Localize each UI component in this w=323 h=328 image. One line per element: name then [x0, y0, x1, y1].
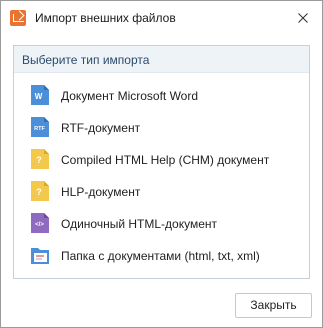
import-item-rtf[interactable]: RTF RTF-документ [30, 116, 300, 140]
documents-folder-icon [31, 248, 49, 264]
import-item-label: RTF-документ [61, 121, 141, 135]
dialog-title: Импорт внешних файлов [35, 11, 176, 25]
import-item-hlp[interactable]: ? HLP-документ [30, 180, 300, 204]
chm-help-icon: ? [31, 149, 49, 169]
import-item-label: Документ Microsoft Word [61, 89, 199, 103]
svg-text:?: ? [36, 187, 42, 197]
import-type-panel: Выберите тип импорта W Документ Microsof… [13, 45, 310, 279]
import-item-label: Одиночный HTML-документ [61, 217, 217, 231]
svg-text:</>: </> [35, 222, 44, 228]
import-item-chm[interactable]: ? Compiled HTML Help (CHM) документ [30, 148, 300, 172]
panel-header: Выберите тип импорта [14, 46, 309, 73]
html-document-icon: </> [31, 213, 49, 233]
import-item-label: HLP-документ [61, 185, 141, 199]
import-item-label: Папка с документами (html, txt, xml) [61, 249, 260, 263]
close-icon [298, 13, 308, 23]
close-button[interactable] [290, 5, 316, 31]
hlp-help-icon: ? [31, 181, 49, 201]
import-item-word[interactable]: W Документ Microsoft Word [30, 84, 300, 108]
close-dialog-button[interactable]: Закрыть [235, 293, 312, 318]
panel-header-label: Выберите тип импорта [22, 53, 150, 67]
rtf-document-icon: RTF [31, 117, 49, 137]
svg-text:?: ? [36, 155, 42, 165]
import-item-folder[interactable]: Папка с документами (html, txt, xml) [30, 244, 300, 268]
svg-text:RTF: RTF [34, 126, 45, 132]
word-document-icon: W [31, 85, 49, 105]
import-dialog: Импорт внешних файлов Выберите тип импор… [0, 0, 323, 328]
import-item-html[interactable]: </> Одиночный HTML-документ [30, 212, 300, 236]
import-item-label: Compiled HTML Help (CHM) документ [61, 153, 270, 167]
title-bar: Импорт внешних файлов [1, 1, 322, 35]
app-logo-icon [10, 10, 26, 26]
svg-text:W: W [35, 92, 43, 101]
